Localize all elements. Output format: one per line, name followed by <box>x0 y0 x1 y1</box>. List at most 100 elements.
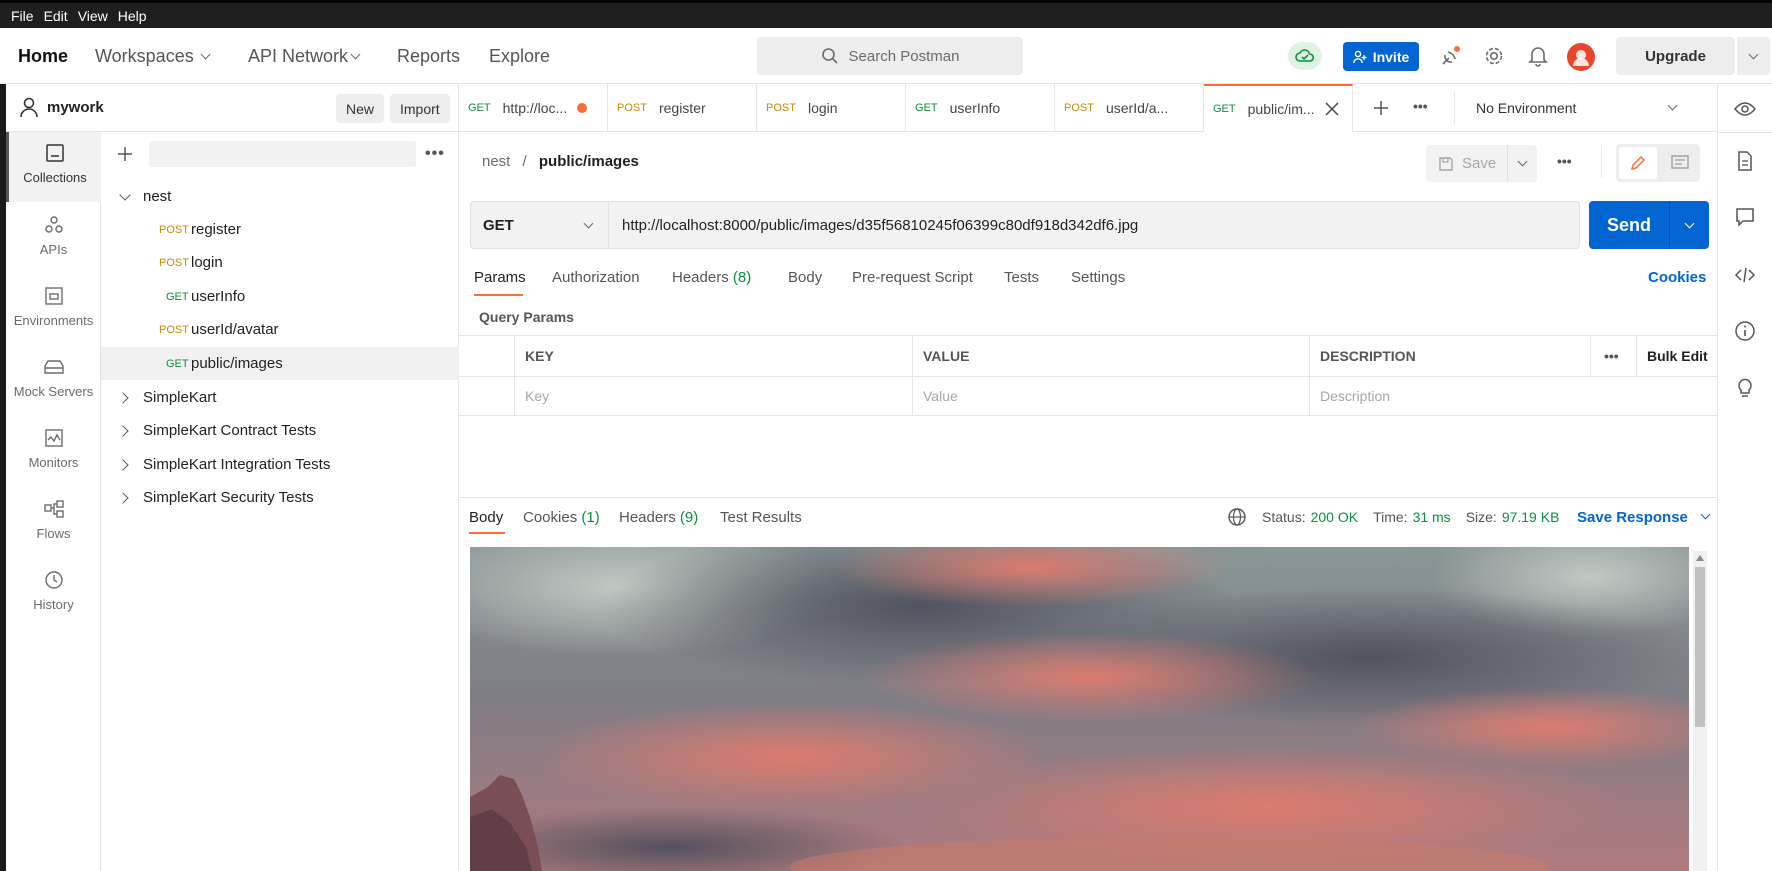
comment-mode-button[interactable] <box>1662 147 1698 179</box>
request-more-icon[interactable]: ••• <box>1557 153 1572 169</box>
tab-request[interactable]: POST login <box>757 84 906 132</box>
save-dropdown[interactable] <box>1507 145 1537 182</box>
sidebar-item-collections[interactable]: Collections <box>6 132 101 202</box>
bulk-edit-button[interactable]: Bulk Edit <box>1636 336 1717 376</box>
tab-body[interactable]: Body <box>788 269 822 286</box>
save-response-button[interactable]: Save Response <box>1577 509 1711 526</box>
tab-prerequest-script[interactable]: Pre-request Script <box>852 269 973 286</box>
environment-selector[interactable]: No Environment <box>1476 84 1686 132</box>
upgrade-button[interactable]: Upgrade <box>1616 37 1735 75</box>
close-icon[interactable] <box>1325 102 1339 116</box>
tab-request[interactable]: POST register <box>608 84 757 132</box>
sidebar-item-environments[interactable]: Environments <box>6 275 101 341</box>
collection-item[interactable]: SimpleKart Contract Tests <box>101 414 459 447</box>
add-icon[interactable] <box>117 146 133 162</box>
menu-edit[interactable]: Edit <box>44 8 68 24</box>
scroll-up-icon[interactable] <box>1696 555 1704 561</box>
new-button[interactable]: New <box>336 94 385 123</box>
tab-request-active[interactable]: GET public/im... <box>1204 84 1353 132</box>
bell-icon[interactable] <box>1526 44 1550 68</box>
collection-search-input[interactable] <box>149 141 416 167</box>
tree-request[interactable]: GET userInfo <box>101 280 459 313</box>
import-button[interactable]: Import <box>390 94 450 123</box>
tab-label: userId/a... <box>1105 100 1169 116</box>
sidebar-item-mock-servers[interactable]: Mock Servers <box>6 346 101 412</box>
sync-status-icon[interactable] <box>1288 42 1322 70</box>
tab-params[interactable]: Params <box>474 269 526 286</box>
tree-request[interactable]: POST login <box>101 246 459 279</box>
time-value[interactable]: 31 ms <box>1413 509 1451 525</box>
more-icon[interactable]: ••• <box>425 145 445 163</box>
tab-authorization[interactable]: Authorization <box>552 269 640 286</box>
send-dropdown[interactable] <box>1669 201 1709 249</box>
collection-item[interactable]: SimpleKart Integration Tests <box>101 448 459 481</box>
sky-image <box>470 547 1689 871</box>
collection-item[interactable]: SimpleKart Security Tests <box>101 481 459 514</box>
method-badge: GET <box>915 102 938 114</box>
code-icon[interactable] <box>1734 264 1756 286</box>
send-button[interactable]: Send <box>1589 201 1709 249</box>
comments-icon[interactable] <box>1734 206 1756 228</box>
menu-file[interactable]: File <box>11 8 34 24</box>
description-input[interactable]: Description <box>1309 376 1717 416</box>
cookies-link[interactable]: Cookies <box>1648 269 1706 286</box>
status-value[interactable]: 200 OK <box>1311 509 1358 525</box>
response-tab-test-results[interactable]: Test Results <box>720 509 802 526</box>
tab-tests[interactable]: Tests <box>1004 269 1039 286</box>
tab-request[interactable]: GET userInfo <box>906 84 1055 132</box>
collection-item[interactable]: SimpleKart <box>101 381 459 414</box>
table-more-icon[interactable]: ••• <box>1590 336 1636 376</box>
collection-nest[interactable]: nest <box>101 180 459 213</box>
search-bar[interactable]: Search Postman <box>757 37 1023 75</box>
lightbulb-icon[interactable] <box>1734 376 1756 398</box>
nav-reports[interactable]: Reports <box>397 46 460 67</box>
size-value[interactable]: 97.19 KB <box>1502 509 1560 525</box>
eye-icon[interactable] <box>1734 98 1756 120</box>
menu-help[interactable]: Help <box>118 8 147 24</box>
satellite-icon[interactable] <box>1439 44 1463 68</box>
invite-button[interactable]: Invite <box>1343 42 1419 71</box>
tree-request[interactable]: POST register <box>101 213 459 246</box>
response-tab-cookies[interactable]: Cookies (1) <box>523 509 600 526</box>
tab-request[interactable]: GET http://loc... <box>459 84 608 132</box>
tree-request-selected[interactable]: GET public/images <box>101 347 459 380</box>
nav-explore[interactable]: Explore <box>489 46 550 67</box>
response-divider[interactable] <box>459 497 1717 498</box>
request-name: userInfo <box>191 288 246 305</box>
workspace-name[interactable]: mywork <box>47 99 104 116</box>
tab-request[interactable]: POST userId/a... <box>1055 84 1204 132</box>
nav-api-network[interactable]: API Network <box>248 46 361 67</box>
method-badge: POST <box>766 102 796 114</box>
settings-icon[interactable] <box>1482 44 1506 68</box>
key-input[interactable]: Key <box>514 376 912 416</box>
sidebar-item-apis[interactable]: APIs <box>6 204 101 270</box>
method-select[interactable]: GET <box>470 201 609 249</box>
value-input[interactable]: Value <box>912 376 1309 416</box>
response-tab-body[interactable]: Body <box>469 509 503 526</box>
tab-settings[interactable]: Settings <box>1071 269 1125 286</box>
nav-home[interactable]: Home <box>18 46 68 67</box>
avatar[interactable] <box>1567 43 1595 71</box>
sidebar-item-flows[interactable]: Flows <box>6 488 101 554</box>
globe-icon[interactable] <box>1227 507 1247 527</box>
response-scrollbar[interactable] <box>1693 551 1707 871</box>
response-tab-headers[interactable]: Headers (9) <box>619 509 698 526</box>
info-icon[interactable] <box>1734 320 1756 342</box>
tree-request[interactable]: POST userId/avatar <box>101 313 459 346</box>
tabs-more-icon[interactable]: ••• <box>1413 98 1428 114</box>
collection-name: SimpleKart Security Tests <box>143 489 314 506</box>
documentation-icon[interactable] <box>1734 150 1756 172</box>
edit-mode-button[interactable] <box>1619 147 1657 179</box>
tab-headers[interactable]: Headers (8) <box>672 269 751 286</box>
url-input[interactable]: http://localhost:8000/public/images/d35f… <box>609 201 1580 249</box>
scrollbar-thumb[interactable] <box>1695 567 1705 727</box>
breadcrumb-parent[interactable]: nest <box>482 153 510 170</box>
new-tab-icon[interactable] <box>1373 100 1389 116</box>
save-response-label: Save Response <box>1577 509 1688 526</box>
request-name: login <box>191 254 223 271</box>
nav-workspaces[interactable]: Workspaces <box>95 46 211 67</box>
sidebar-item-monitors[interactable]: Monitors <box>6 417 101 483</box>
sidebar-item-history[interactable]: History <box>6 559 101 625</box>
upgrade-dropdown[interactable] <box>1737 37 1770 75</box>
menu-view[interactable]: View <box>78 8 108 24</box>
